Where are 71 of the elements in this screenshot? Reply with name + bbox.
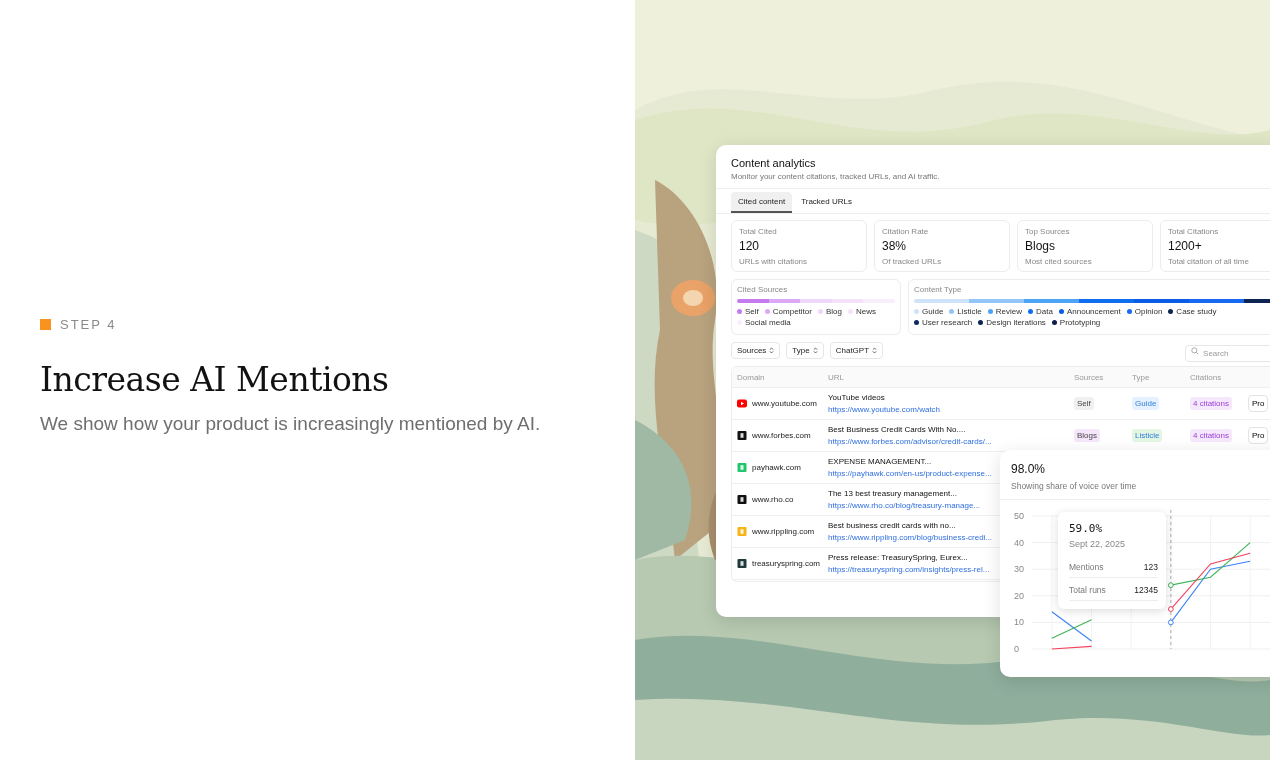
column-header: Domain <box>736 372 766 382</box>
domain-text: www.rho.co <box>752 495 794 504</box>
tooltip-number: 12345 <box>1134 585 1158 595</box>
legend-label: Review <box>995 307 1023 316</box>
column-header: Sources <box>1074 372 1105 382</box>
step-label: STEP 4 <box>60 317 117 332</box>
stat-note: Most cited sources <box>1025 257 1093 266</box>
legend-label: Opinion <box>1134 307 1163 316</box>
axis-tick-label: 40 <box>1014 537 1024 548</box>
axis-tick-label: 20 <box>1014 590 1024 601</box>
breakdown-title: Cited Sources <box>737 285 789 294</box>
stat-value: 38% <box>882 239 908 253</box>
legend-label: Announcement <box>1066 307 1121 316</box>
legend-label: Prototyping <box>1059 318 1101 327</box>
stat-label: Citation Rate <box>882 227 930 236</box>
breakdown-title: Content Type <box>914 285 963 294</box>
legend-label: Case study <box>1176 307 1217 316</box>
legend-label: User research <box>922 318 973 327</box>
page-title: The 13 best treasury management... <box>828 489 957 498</box>
legend-label: Design iterations <box>986 318 1046 327</box>
domain-text: www.forbes.com <box>752 431 811 440</box>
stat-label: Total Cited <box>739 227 778 236</box>
stat-value: 1200+ <box>1168 239 1203 253</box>
axis-tick-label: 10 <box>1014 617 1024 628</box>
axis-tick-label: 50 <box>1014 511 1024 521</box>
column-header: Type <box>1132 372 1151 382</box>
stat-note: Of tracked URLs <box>882 257 943 266</box>
page-title: EXPENSE MANAGEMENT... <box>828 457 932 466</box>
share-value: 98.0% <box>1011 462 1047 476</box>
legend-label: Data <box>1036 307 1053 316</box>
stat-note: URLs with citations <box>739 257 809 266</box>
card-subtitle: Monitor your content citations, tracked URLs, and AI traffic. <box>731 172 941 182</box>
axis-tick-label: 0 <box>1014 644 1019 654</box>
type-tag: Listicle <box>1132 429 1163 442</box>
source-tag: Self <box>1074 397 1094 410</box>
stat-value: 120 <box>739 239 761 253</box>
stat-note: Total citation of all time <box>1168 257 1250 266</box>
headline: Increase AI Mentions <box>40 360 390 399</box>
description: We show how your product is increasingly mentioned by AI. <box>40 413 542 435</box>
legend-label: Listicle <box>957 307 982 316</box>
domain-text: www.youtube.com <box>752 399 817 408</box>
page-title: Best business credit cards with no... <box>828 521 956 530</box>
tooltip-date: Sept 22, 2025 <box>1069 539 1127 549</box>
tooltip-number: 123 <box>1143 562 1158 572</box>
page-title: Press release: TreasurySpring, Eurex... <box>828 553 968 562</box>
stat-label: Total Citations <box>1168 227 1220 236</box>
card-title: Content analytics <box>731 157 817 170</box>
column-header: URL <box>828 372 845 382</box>
type-tag: Guide <box>1132 397 1160 410</box>
legend-label: Guide <box>922 307 944 316</box>
citations-tag: 4 citations <box>1190 429 1233 442</box>
legend-label: Competitor <box>772 307 812 316</box>
page-title: YouTube videos <box>828 393 885 402</box>
tooltip-label: Total runs <box>1069 585 1106 595</box>
column-header: Citations <box>1190 372 1223 382</box>
axis-tick-label: 30 <box>1014 564 1024 575</box>
domain-text: www.rippling.com <box>752 527 815 536</box>
legend-label: Self <box>745 307 759 316</box>
chart-subtitle: Showing share of voice over time <box>1011 481 1138 491</box>
domain-text: payhawk.com <box>752 463 801 472</box>
legend-label: News <box>855 307 876 316</box>
legend-label: Blog <box>825 307 842 316</box>
page-title: Best Business Credit Cards With No.... <box>828 425 966 434</box>
tooltip-label: Mentions <box>1069 562 1104 572</box>
legend-label: Social media <box>745 318 791 327</box>
stat-value: Blogs <box>1025 239 1057 253</box>
citations-tag: 4 citations <box>1190 397 1233 410</box>
source-tag: Blogs <box>1074 429 1100 442</box>
stat-label: Top Sources <box>1025 227 1071 236</box>
domain-text: treasuryspring.com <box>752 559 821 568</box>
tooltip-value: 59.0% <box>1069 522 1104 535</box>
